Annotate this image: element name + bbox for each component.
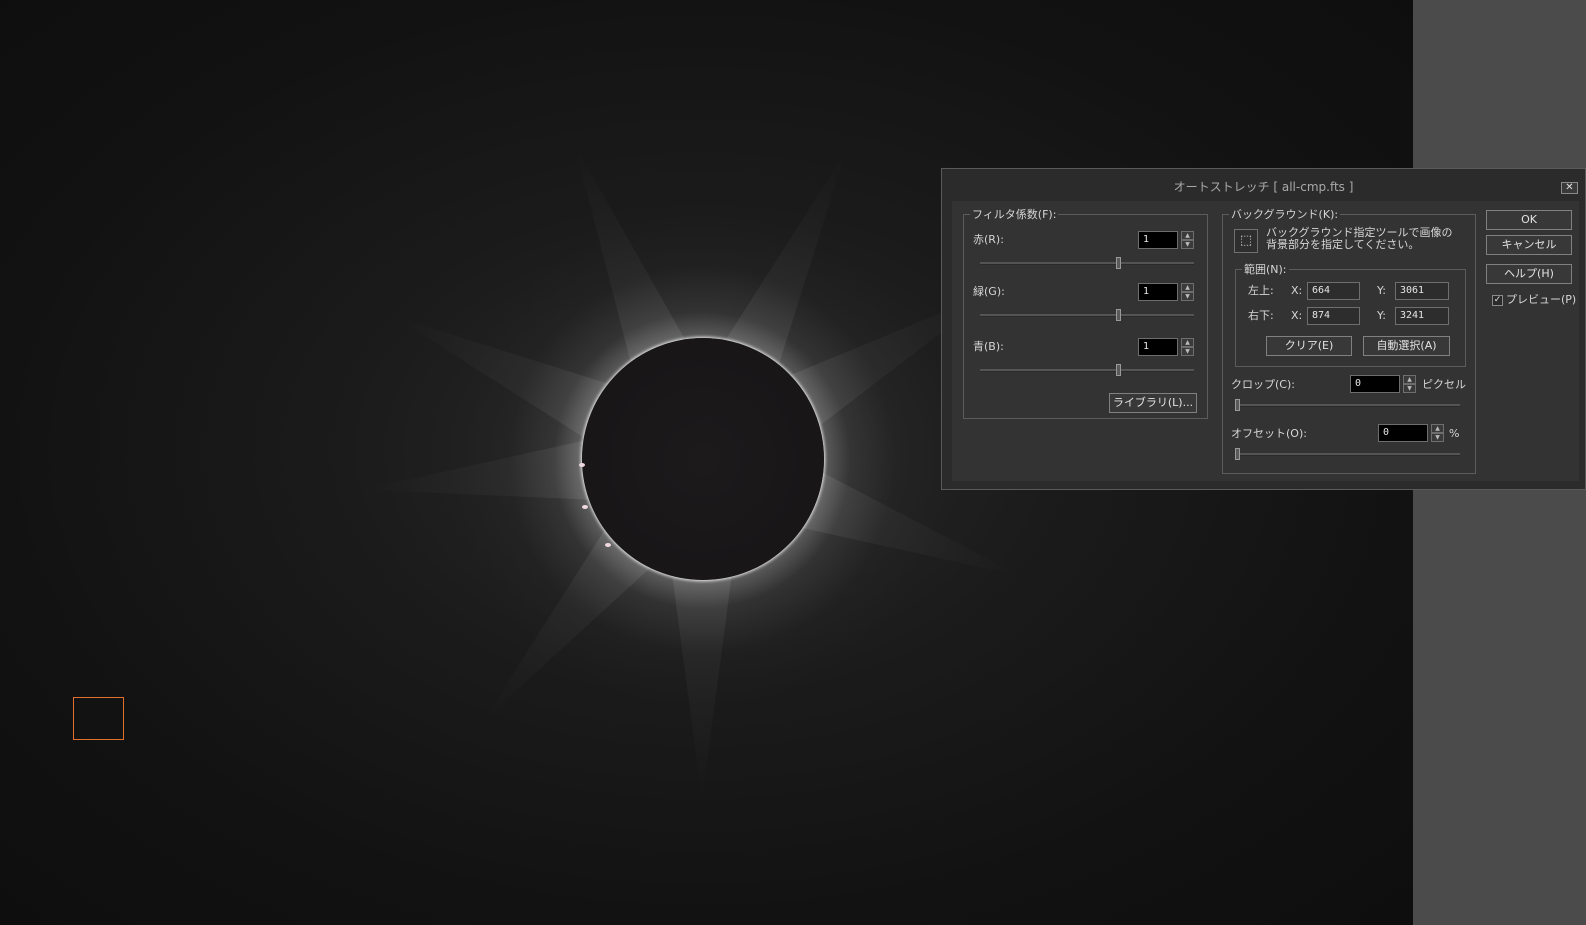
background-selection-rect[interactable] — [73, 697, 124, 740]
bottom-right-y-field[interactable]: 3241 — [1395, 307, 1449, 325]
top-left-y-field[interactable]: 3061 — [1395, 282, 1449, 300]
blue-value-input[interactable]: 1 — [1138, 338, 1178, 356]
offset-unit: % — [1449, 427, 1460, 440]
red-slider[interactable] — [980, 257, 1194, 269]
background-instruction-2: 背景部分を指定してください。 — [1266, 238, 1420, 251]
red-label: 赤(R): — [973, 233, 1004, 246]
prominence — [582, 505, 588, 509]
spin-down-icon[interactable]: ▼ — [1403, 384, 1416, 393]
close-icon: ✕ — [1565, 182, 1574, 193]
blue-slider[interactable] — [980, 364, 1194, 376]
slider-thumb[interactable] — [1235, 399, 1240, 411]
clear-button[interactable]: クリア(E) — [1266, 336, 1352, 356]
check-icon: ✓ — [1493, 295, 1502, 305]
slider-thumb[interactable] — [1116, 309, 1121, 321]
background-group: バックグラウンド(K): ⬚ バックグラウンド指定ツールで画像の 背景部分を指定… — [1222, 208, 1476, 474]
offset-slider[interactable] — [1235, 448, 1460, 460]
dialog-body: フィルタ係数(F): 赤(R): 1 ▲ ▼ 緑(G): 1 ▲ ▼ 青(B):… — [952, 201, 1579, 481]
close-button[interactable]: ✕ — [1561, 182, 1578, 194]
ok-button[interactable]: OK — [1486, 210, 1572, 230]
bottom-right-x-field[interactable]: 874 — [1307, 307, 1360, 325]
top-left-x-label: X: — [1291, 284, 1303, 297]
top-left-x-field[interactable]: 664 — [1307, 282, 1360, 300]
crop-spinner[interactable]: ▲ ▼ — [1403, 375, 1416, 393]
filter-group-legend: フィルタ係数(F): — [970, 208, 1059, 221]
green-spinner[interactable]: ▲ ▼ — [1181, 283, 1194, 301]
select-region-icon: ⬚ — [1239, 233, 1253, 248]
dialog-titlebar[interactable]: オートストレッチ [ all-cmp.fts ] ✕ — [942, 169, 1585, 199]
background-group-legend: バックグラウンド(K): — [1229, 208, 1341, 221]
bottom-right-label: 右下: — [1248, 309, 1274, 322]
top-left-y-label: Y: — [1377, 284, 1386, 297]
blue-spinner[interactable]: ▲ ▼ — [1181, 338, 1194, 356]
range-group: 範囲(N): 左上: X: 664 Y: 3061 右下: X: 874 Y: … — [1235, 263, 1466, 367]
green-value-input[interactable]: 1 — [1138, 283, 1178, 301]
eclipse-moon-disk — [582, 338, 824, 580]
red-value-input[interactable]: 1 — [1138, 231, 1178, 249]
spin-down-icon[interactable]: ▼ — [1181, 292, 1194, 301]
slider-thumb[interactable] — [1235, 448, 1240, 460]
crop-input[interactable]: 0 — [1350, 375, 1400, 393]
spin-up-icon[interactable]: ▲ — [1181, 231, 1194, 240]
prominence — [605, 543, 611, 547]
bottom-right-x-label: X: — [1291, 309, 1303, 322]
slider-thumb[interactable] — [1116, 257, 1121, 269]
prominence — [579, 463, 585, 467]
auto-stretch-dialog: オートストレッチ [ all-cmp.fts ] ✕ フィルタ係数(F): 赤(… — [941, 168, 1586, 490]
green-label: 緑(G): — [973, 285, 1005, 298]
library-button[interactable]: ライブラリ(L)... — [1109, 393, 1197, 413]
filter-coefficient-group: フィルタ係数(F): 赤(R): 1 ▲ ▼ 緑(G): 1 ▲ ▼ 青(B):… — [963, 208, 1208, 419]
crop-label: クロップ(C): — [1231, 378, 1295, 391]
spin-down-icon[interactable]: ▼ — [1181, 240, 1194, 249]
top-left-label: 左上: — [1248, 284, 1274, 297]
crop-slider[interactable] — [1235, 399, 1460, 411]
bottom-right-y-label: Y: — [1377, 309, 1386, 322]
offset-spinner[interactable]: ▲ ▼ — [1431, 424, 1444, 442]
auto-select-button[interactable]: 自動選択(A) — [1363, 336, 1450, 356]
spin-up-icon[interactable]: ▲ — [1181, 338, 1194, 347]
help-button[interactable]: ヘルプ(H) — [1486, 264, 1572, 284]
offset-input[interactable]: 0 — [1378, 424, 1428, 442]
spin-up-icon[interactable]: ▲ — [1181, 283, 1194, 292]
spin-down-icon[interactable]: ▼ — [1181, 347, 1194, 356]
range-group-legend: 範囲(N): — [1242, 263, 1289, 276]
preview-checkbox[interactable]: ✓ — [1492, 295, 1503, 306]
offset-label: オフセット(O): — [1231, 427, 1307, 440]
red-spinner[interactable]: ▲ ▼ — [1181, 231, 1194, 249]
dialog-title: オートストレッチ [ all-cmp.fts ] — [1173, 180, 1354, 194]
cancel-button[interactable]: キャンセル — [1486, 235, 1572, 255]
preview-label[interactable]: プレビュー(P) — [1506, 293, 1576, 307]
blue-label: 青(B): — [973, 340, 1004, 353]
background-tool-button[interactable]: ⬚ — [1234, 229, 1258, 253]
spin-up-icon[interactable]: ▲ — [1403, 375, 1416, 384]
green-slider[interactable] — [980, 309, 1194, 321]
slider-thumb[interactable] — [1116, 364, 1121, 376]
spin-down-icon[interactable]: ▼ — [1431, 433, 1444, 442]
spin-up-icon[interactable]: ▲ — [1431, 424, 1444, 433]
crop-unit: ピクセル — [1422, 378, 1466, 391]
